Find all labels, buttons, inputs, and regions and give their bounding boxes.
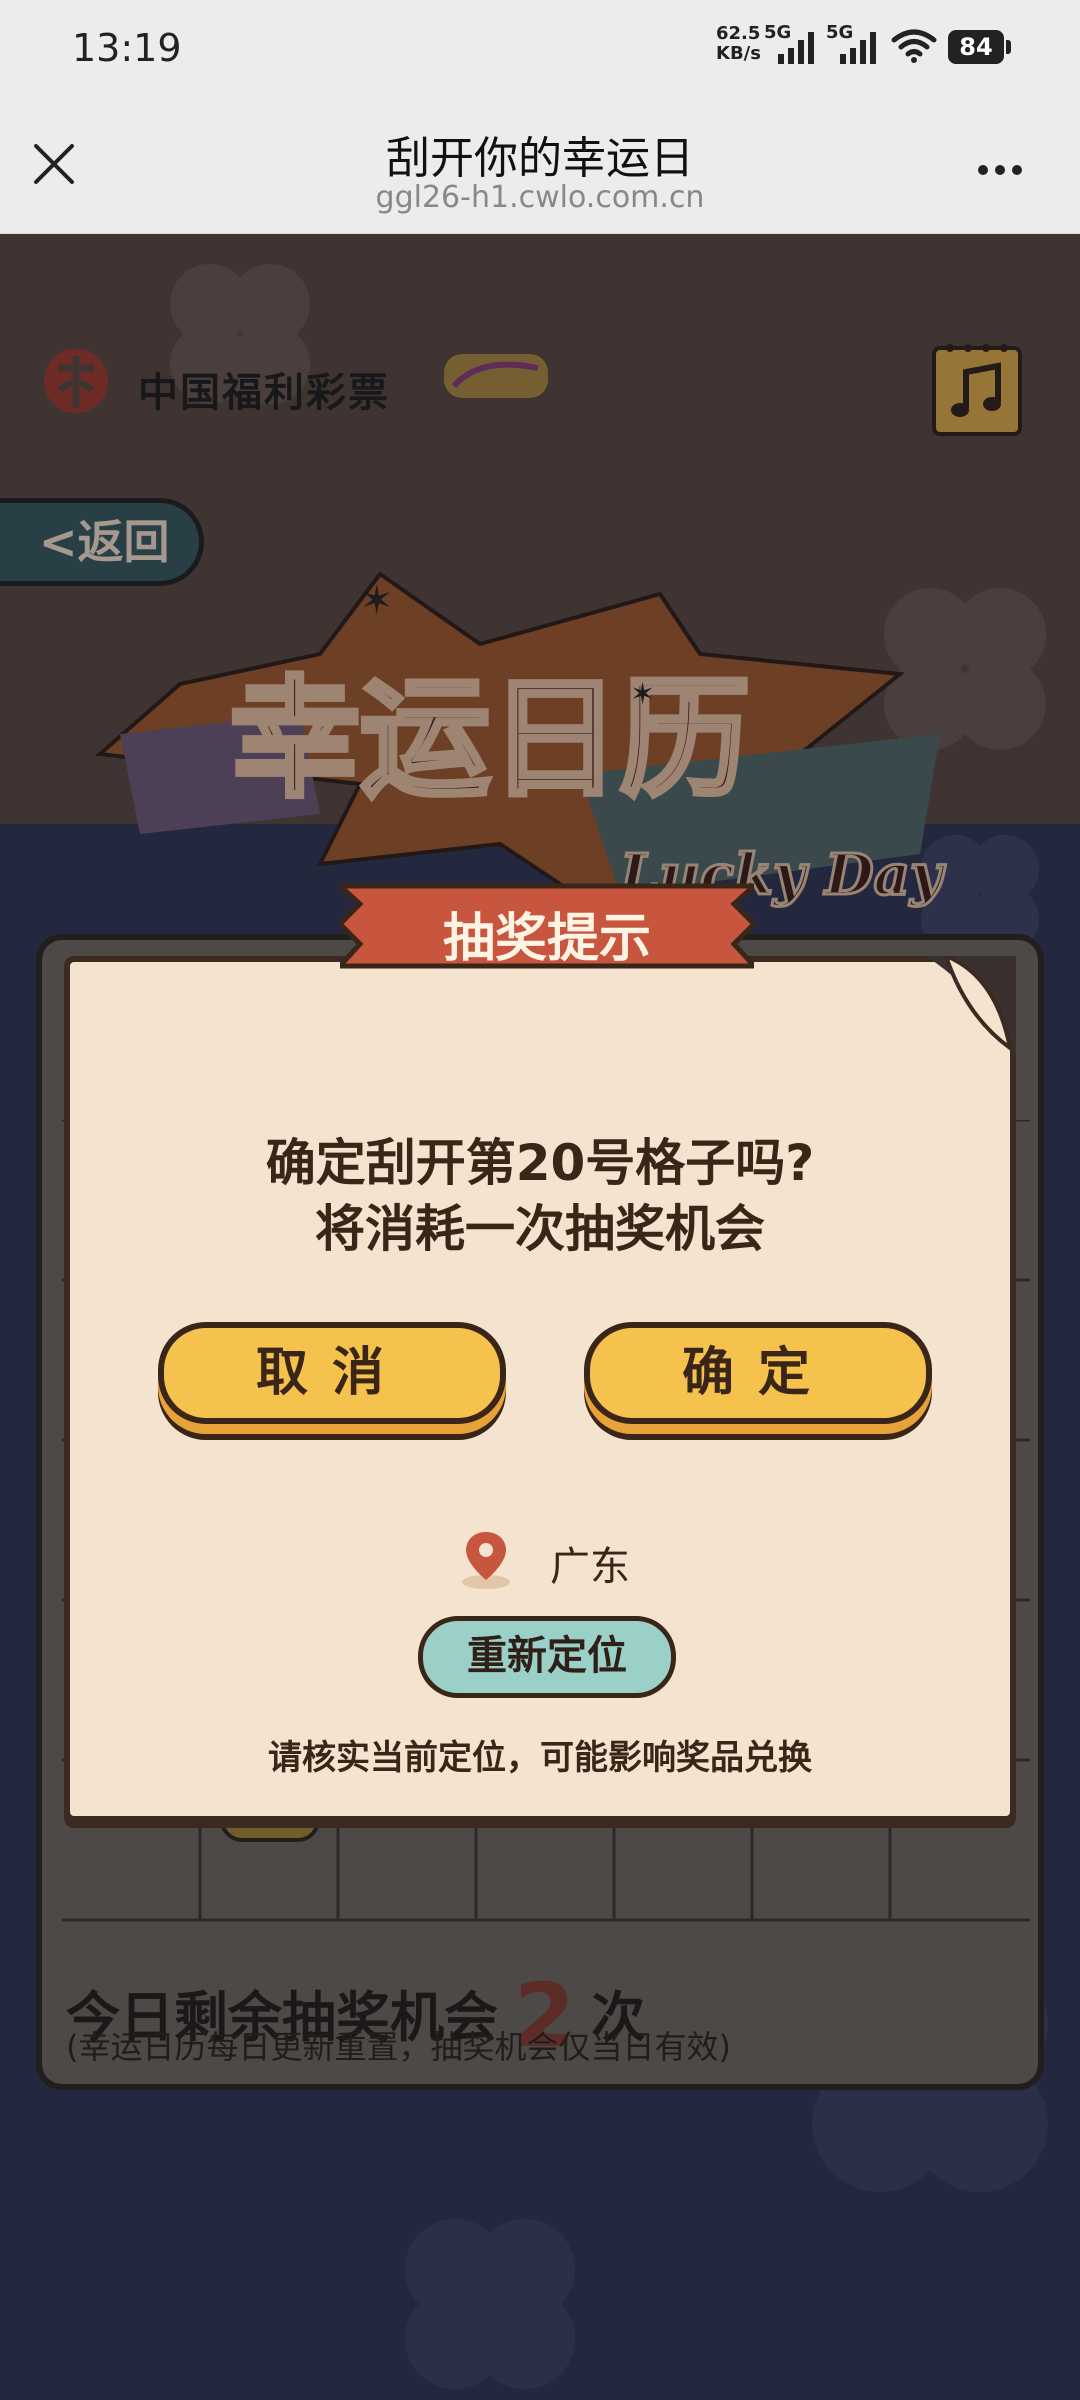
location-hint: 请核实当前定位，可能影响奖品兑换	[268, 1738, 812, 1778]
dialog-message-line1: 确定刮开第20号格子吗?	[265, 1134, 815, 1192]
browser-toolbar: 刮开你的幸运日 ggl26-h1.cwlo.com.cn	[0, 100, 1080, 234]
battery-icon: 84	[948, 30, 1011, 64]
dialog-title: 抽奖提示	[442, 909, 651, 969]
web-page: 中国福利彩票 <返回 幸运日历 Lucky Day ✶ ✶ 今日剩余抽奖机会 2…	[0, 234, 1080, 2400]
draw-confirm-dialog: 抽奖提示 确定刮开第20号格子吗? 将消耗一次抽奖机会 取消 确定 广东 重新定…	[64, 883, 1016, 1822]
signal-icon: 5G	[764, 22, 824, 72]
location-pin-icon	[462, 1532, 510, 1589]
signal-icon: 5G	[826, 22, 886, 72]
sim2-label: 5G	[826, 22, 853, 43]
current-location: 广东	[550, 1544, 630, 1590]
page-title: 刮开你的幸运日	[386, 133, 694, 184]
status-time: 13:19	[72, 26, 182, 70]
page-url: ggl26-h1.cwlo.com.cn	[375, 180, 705, 215]
network-speed: 62.5 KB/s	[716, 24, 761, 64]
confirm-button[interactable]: 确定	[584, 1322, 932, 1424]
network-speed-unit: KB/s	[716, 43, 761, 64]
page-curl-decoration	[926, 956, 1016, 1056]
more-icon[interactable]	[978, 160, 1032, 176]
relocate-button[interactable]: 重新定位	[418, 1616, 676, 1698]
sim1-label: 5G	[764, 22, 791, 43]
status-bar: 13:19 62.5 KB/s 5G 5G 84	[0, 0, 1080, 100]
wifi-icon	[890, 28, 938, 68]
dialog-message: 确定刮开第20号格子吗? 将消耗一次抽奖机会	[70, 1130, 1010, 1262]
dialog-ribbon: 抽奖提示	[333, 874, 761, 986]
dialog-message-line2: 将消耗一次抽奖机会	[315, 1200, 765, 1258]
network-speed-value: 62.5	[716, 23, 761, 44]
cancel-button[interactable]: 取消	[158, 1322, 506, 1424]
